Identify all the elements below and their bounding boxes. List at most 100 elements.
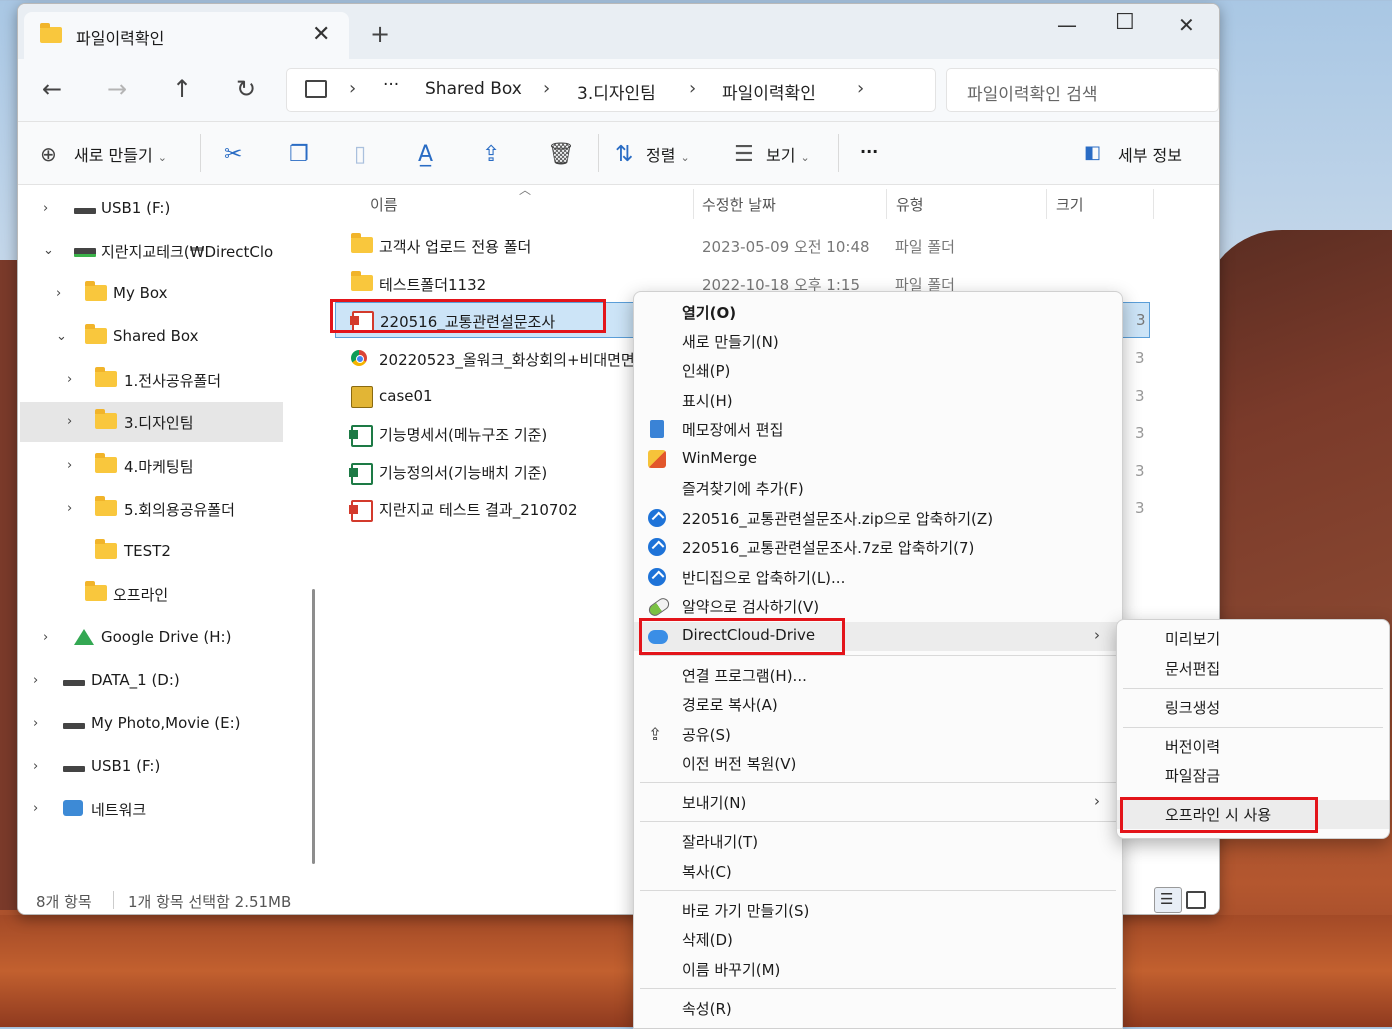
menu-item-rename[interactable]: 이름 바꾸기(M) — [634, 955, 1122, 984]
menu-item-send-to[interactable]: 보내기(N) › — [634, 788, 1122, 817]
menu-item-create-shortcut[interactable]: 바로 가기 만들기(S) — [634, 896, 1122, 925]
menu-item-print[interactable]: 인쇄(P) — [634, 356, 1122, 385]
breadcrumb-design-team[interactable]: 3.디자인팀 — [577, 79, 656, 104]
menu-item-open[interactable]: 열기(O) — [634, 298, 1122, 327]
menu-item-copy[interactable]: 복사(C) — [634, 857, 1122, 886]
menu-item-compress-7z[interactable]: 220516_교통관련설문조사.7z로 압축하기(7) — [634, 533, 1122, 562]
sidebar-item-company-shared[interactable]: › 1.전사공유폴더 — [18, 360, 303, 400]
menu-item-properties[interactable]: 속성(R) — [634, 994, 1122, 1023]
column-divider[interactable] — [1046, 189, 1047, 219]
column-divider[interactable] — [1153, 189, 1154, 219]
maximize-button[interactable]: ☐ — [1115, 10, 1135, 35]
sidebar-item-usb1-root[interactable]: › USB1 (F:) — [18, 747, 303, 787]
column-divider[interactable] — [886, 189, 887, 219]
sidebar-item-design-team[interactable]: › 3.디자인팀 — [20, 402, 283, 442]
menu-item-add-favorites[interactable]: 즐겨찾기에 추가(F) — [634, 474, 1122, 503]
submenu-item-file-lock[interactable]: 파일잠금 — [1117, 761, 1389, 790]
view-icon[interactable]: ☰ — [734, 142, 754, 167]
column-header-name[interactable]: 이름 — [370, 194, 398, 215]
highlight-directcloud-menu — [639, 618, 845, 655]
sidebar-item-my-box[interactable]: › My Box — [18, 274, 303, 314]
breadcrumb-file-history[interactable]: 파일이력확인 — [722, 79, 816, 104]
more-options-button[interactable]: ··· — [860, 142, 878, 161]
chevron-right-icon[interactable]: › — [43, 201, 48, 216]
sidebar-item-network[interactable]: › 네트워크 — [18, 789, 303, 829]
menu-item-compress-zip[interactable]: 220516_교통관련설문조사.zip으로 압축하기(Z) — [634, 504, 1122, 533]
menu-item-show[interactable]: 표시(H) — [634, 386, 1122, 415]
back-arrow-icon[interactable]: ← — [42, 75, 62, 103]
sidebar-item-my-photo-movie[interactable]: › My Photo,Movie (E:) — [18, 704, 303, 744]
column-header-size[interactable]: 크기 — [1056, 194, 1084, 215]
menu-item-delete[interactable]: 삭제(D) — [634, 925, 1122, 954]
up-arrow-icon[interactable]: ↑ — [172, 75, 192, 103]
table-row[interactable]: 고객사 업로드 전용 폴더 2023-05-09 오전 10:48 파일 폴더 — [335, 227, 1215, 263]
sidebar-item-usb1[interactable]: › USB1 (F:) — [18, 189, 303, 229]
breadcrumb-shared-box[interactable]: Shared Box — [425, 79, 522, 99]
paste-icon[interactable]: ▯ — [354, 142, 366, 167]
menu-item-restore-previous[interactable]: 이전 버전 복원(V) — [634, 749, 1122, 778]
menu-item-open-with[interactable]: 연결 프로그램(H)... — [634, 661, 1122, 690]
minimize-button[interactable]: — — [1057, 13, 1077, 37]
large-icons-view-button[interactable] — [1186, 891, 1206, 909]
sidebar-item-meeting-shared[interactable]: › 5.회의용공유폴더 — [18, 489, 303, 529]
rename-icon[interactable]: A̲ — [418, 142, 433, 167]
chevron-right-icon[interactable]: › — [33, 716, 38, 731]
sidebar-item-test2[interactable]: TEST2 — [18, 532, 303, 572]
chevron-right-icon[interactable]: › — [33, 673, 38, 688]
details-view-button[interactable]: ☰ — [1154, 887, 1182, 913]
sort-icon[interactable]: ⇅ — [615, 142, 633, 167]
menu-item-compress-bandizip[interactable]: 반디집으로 압축하기(L)... — [634, 563, 1122, 592]
close-button[interactable]: ✕ — [1178, 13, 1195, 37]
sidebar-item-data1[interactable]: › DATA_1 (D:) — [18, 661, 303, 701]
plus-circle-icon[interactable]: ⊕ — [40, 142, 57, 166]
submenu-item-preview[interactable]: 미리보기 — [1117, 624, 1389, 653]
search-box[interactable]: 파일이력확인 검색 — [946, 68, 1219, 112]
chevron-right-icon[interactable]: › — [43, 630, 48, 645]
view-button[interactable]: 보기 ⌄ — [766, 142, 810, 166]
chevron-right-icon[interactable]: › — [67, 458, 72, 473]
chevron-right-icon[interactable]: › — [67, 372, 72, 387]
menu-item-copy-path[interactable]: 경로로 복사(A) — [634, 690, 1122, 719]
refresh-icon[interactable]: ↻ — [236, 75, 256, 103]
chevron-right-icon[interactable]: › — [67, 414, 72, 429]
chevron-right-icon[interactable]: › — [56, 286, 61, 301]
menu-item-scan-alyac[interactable]: 알약으로 검사하기(V) — [634, 592, 1122, 621]
details-button[interactable]: 세부 정보 — [1118, 142, 1182, 166]
sidebar-item-shared-box[interactable]: ⌄ Shared Box — [18, 317, 303, 357]
sort-button[interactable]: 정렬 ⌄ — [646, 142, 690, 166]
tab-close-button[interactable]: ✕ — [312, 22, 330, 47]
chevron-right-icon[interactable]: › — [33, 759, 38, 774]
share-icon[interactable]: ⇪ — [482, 142, 500, 167]
sidebar-item-marketing-team[interactable]: › 4.마케팅팀 — [18, 446, 303, 486]
tab-file-history[interactable]: 파일이력확인 ✕ — [24, 12, 349, 59]
address-bar[interactable]: › ··· Shared Box › 3.디자인팀 › 파일이력확인 › — [286, 68, 936, 112]
sidebar-item-google-drive[interactable]: › Google Drive (H:) — [18, 618, 303, 658]
chevron-down-icon[interactable]: ⌄ — [43, 243, 54, 258]
details-pane-icon[interactable]: ◧ — [1084, 142, 1101, 163]
chevron-right-icon[interactable]: › — [33, 801, 38, 816]
sidebar-item-directcloud[interactable]: ⌄ 지란지교테크(₩DirectClo — [18, 231, 303, 271]
cut-icon[interactable]: ✂ — [224, 142, 242, 167]
folder-icon — [40, 23, 62, 43]
menu-item-winmerge[interactable]: WinMerge — [634, 445, 1122, 474]
submenu-item-version-history[interactable]: 버전이력 — [1117, 732, 1389, 761]
sidebar-scrollbar[interactable] — [312, 589, 315, 864]
menu-item-cut[interactable]: 잘라내기(T) — [634, 827, 1122, 856]
new-button[interactable]: 새로 만들기 ⌄ — [74, 142, 167, 166]
forward-arrow-icon[interactable]: → — [107, 75, 127, 103]
delete-icon[interactable]: 🗑 — [547, 142, 575, 167]
column-divider[interactable] — [693, 189, 694, 219]
breadcrumb-ellipsis[interactable]: ··· — [383, 75, 399, 95]
column-header-date[interactable]: 수정한 날짜 — [702, 194, 776, 215]
copy-icon[interactable]: ❐ — [289, 142, 309, 167]
menu-item-new[interactable]: 새로 만들기(N) — [634, 327, 1122, 356]
column-header-type[interactable]: 유형 — [896, 194, 924, 215]
submenu-item-edit-document[interactable]: 문서편집 — [1117, 654, 1389, 683]
sidebar-item-offline[interactable]: 오프라인 — [18, 574, 303, 614]
chevron-down-icon[interactable]: ⌄ — [56, 329, 67, 344]
submenu-item-create-link[interactable]: 링크생성 — [1117, 693, 1389, 722]
chevron-right-icon[interactable]: › — [67, 501, 72, 516]
menu-item-edit-notepad[interactable]: 메모장에서 편집 — [634, 415, 1122, 444]
menu-item-share[interactable]: ⇪ 공유(S) — [634, 720, 1122, 749]
new-tab-button[interactable]: + — [370, 20, 390, 48]
